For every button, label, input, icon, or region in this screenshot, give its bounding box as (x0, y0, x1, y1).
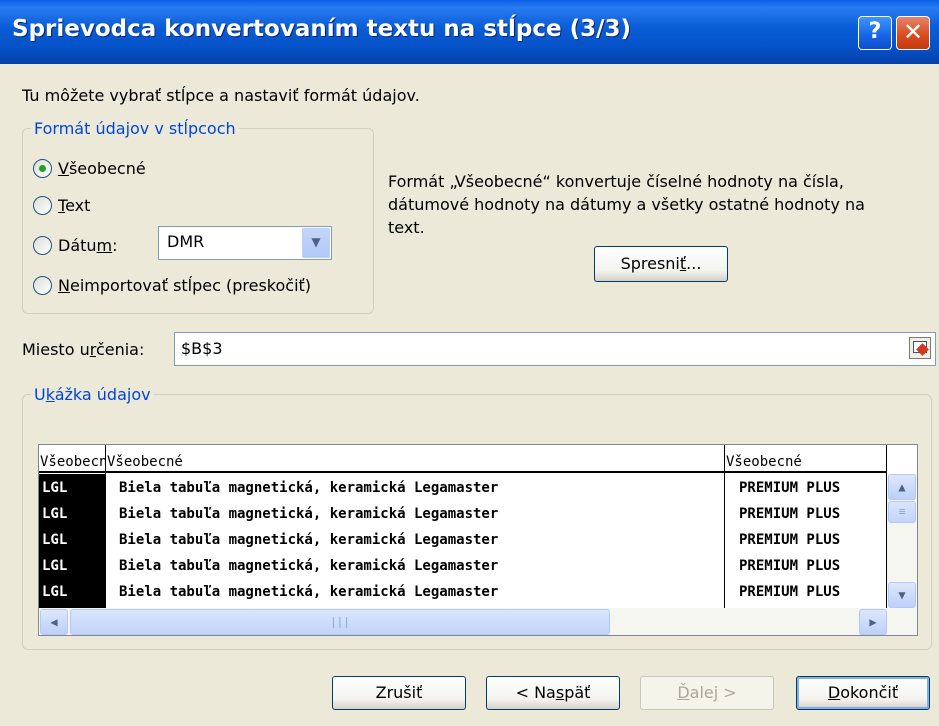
radio-text-label[interactable]: Text (58, 196, 90, 215)
data-preview[interactable]: Všeobecné Všeobecné Všeobecné LGL Biela … (38, 444, 918, 636)
table-cell: LGL (42, 480, 68, 496)
column-header-1[interactable]: Všeobecné (39, 451, 105, 473)
column-header-2[interactable]: Všeobecné (106, 451, 724, 473)
range-picker-icon[interactable] (909, 337, 931, 359)
help-icon[interactable]: ? (858, 16, 892, 50)
table-cell: LGL (42, 558, 68, 574)
advanced-button[interactable]: Spresniť... (594, 246, 728, 282)
table-cell: PREMIUM PLUS (739, 532, 841, 548)
title-bar[interactable]: Sprievodca konvertovaním textu na stĺpce… (0, 0, 939, 64)
table-cell: Biela tabuľa magnetická, keramická Legam… (119, 506, 499, 522)
vertical-scroll-thumb[interactable]: ≡ (888, 501, 916, 523)
radio-general-label[interactable]: Všeobecné (58, 159, 146, 178)
scroll-right-icon[interactable]: ▶ (859, 609, 887, 635)
table-cell: LGL (42, 584, 68, 600)
table-cell: PREMIUM PLUS (739, 584, 841, 600)
intro-text: Tu môžete vybrať stĺpce a nastaviť formá… (22, 86, 420, 105)
destination-value: $B$3 (181, 339, 223, 358)
table-cell: Biela tabuľa magnetická, keramická Legam… (119, 480, 499, 496)
destination-label: Miesto určenia: (22, 340, 145, 359)
table-cell: PREMIUM PLUS (739, 506, 841, 522)
format-description: Formát „Všeobecné“ konvertuje číselné ho… (388, 172, 865, 237)
table-cell: LGL (42, 532, 68, 548)
destination-input[interactable]: $B$3 (174, 332, 936, 366)
chevron-down-icon[interactable]: ▼ (302, 228, 330, 258)
radio-date-label[interactable]: Dátum: (58, 236, 118, 255)
column-separator (105, 445, 106, 608)
table-cell: Biela tabuľa magnetická, keramická Legam… (119, 584, 499, 600)
preview-group-title: Ukážka údajov (31, 385, 154, 404)
scroll-down-icon[interactable]: ▼ (888, 582, 916, 608)
date-format-value: DMR (167, 232, 205, 251)
radio-skip-label[interactable]: Neimportovať stĺpec (preskočiť) (58, 276, 311, 295)
scroll-left-icon[interactable]: ◀ (40, 609, 68, 635)
vertical-scrollbar[interactable]: ▲ ≡ ▼ (887, 474, 917, 608)
table-cell: Biela tabuľa magnetická, keramická Legam… (119, 532, 499, 548)
table-cell: PREMIUM PLUS (739, 558, 841, 574)
close-icon[interactable]: ✕ (896, 16, 930, 50)
horizontal-scrollbar[interactable]: ◀ ||| ▶ (39, 608, 917, 635)
radio-text[interactable] (33, 196, 52, 215)
scroll-up-icon[interactable]: ▲ (888, 474, 916, 500)
horizontal-scroll-thumb[interactable]: ||| (70, 609, 610, 635)
radio-date[interactable] (33, 236, 52, 255)
cancel-button[interactable]: Zrušiť (332, 676, 466, 710)
table-cell: LGL (42, 506, 68, 522)
table-cell: PREMIUM PLUS (739, 480, 841, 496)
column-header-3[interactable]: Všeobecné (725, 451, 887, 473)
table-cell: Biela tabuľa magnetická, keramická Legam… (119, 558, 499, 574)
finish-button[interactable]: Dokončiť (796, 676, 930, 710)
radio-general[interactable] (33, 159, 52, 178)
next-button: Ďalej > (640, 676, 774, 710)
format-group-title: Formát údajov v stĺpcoch (31, 119, 239, 138)
column-separator (724, 445, 725, 608)
radio-skip[interactable] (33, 276, 52, 295)
date-format-select[interactable]: DMR ▼ (158, 226, 332, 260)
back-button[interactable]: < Naspäť (486, 676, 620, 710)
window-title: Sprievodca konvertovaním textu na stĺpce… (12, 16, 632, 42)
